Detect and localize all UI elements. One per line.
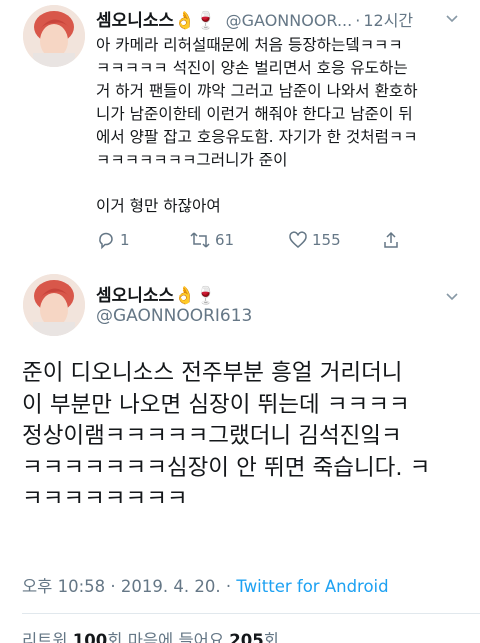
divider (22, 613, 480, 614)
name-emojis: 👌🍷 (174, 286, 217, 306)
avatar-image (23, 274, 85, 336)
avatar[interactable] (23, 274, 85, 336)
chevron-down-icon[interactable] (444, 288, 460, 304)
heart-icon (289, 231, 307, 248)
handle[interactable]: @GAONNOOR... (226, 11, 353, 30)
name-emojis: 👌🍷 (174, 11, 217, 31)
tweet-header: 셈오니소스👌🍷 @GAONNOOR... · 12시간 (96, 6, 468, 31)
tweet-line: ㅋㅋㅋㅋㅋㅋㅋ그러니가 준이 (96, 151, 288, 169)
separator: · (355, 11, 361, 30)
source-link[interactable]: Twitter for Android (236, 577, 388, 596)
tweet-line: 니가 남준이한테 이런거 해줘야 한다고 남준이 뒤 (96, 105, 413, 123)
retweet-total[interactable]: 100 (73, 631, 107, 643)
display-name[interactable]: 셈오니소스 (96, 11, 174, 31)
reply-button[interactable]: 1 (96, 228, 130, 252)
like-label[interactable]: 마음에 들어요 (128, 631, 224, 643)
retweet-button[interactable]: 61 (189, 228, 234, 252)
tweet-line: 에서 양팔 잡고 호응유도함. 자기가 한 것처럼ㅋㅋ (96, 128, 418, 146)
tweet-line: 준이 디오니소스 전주부분 흥얼 거리더니 (22, 360, 403, 386)
tweet-line: 이 부분만 나오면 심장이 뛰는데 ㅋㅋㅋㅋ (22, 391, 410, 418)
tweet-stats: 리트윗 100회 마음에 들어요 205회 (22, 627, 279, 643)
like-button[interactable]: 155 (288, 228, 341, 252)
handle[interactable]: @GAONNOORI613 (96, 306, 252, 326)
tweet-line: 이거 형만 하잖아여 (96, 197, 221, 215)
share-button[interactable] (381, 228, 405, 252)
avatar[interactable] (23, 5, 85, 67)
tweet-time[interactable]: 12시간 (363, 11, 413, 30)
retweet-label[interactable]: 리트윗 (22, 631, 68, 643)
retweet-unit: 회 (107, 631, 123, 643)
retweet-count: 61 (215, 231, 235, 249)
like-count: 155 (312, 231, 341, 249)
tweet-line: 거 하거 팬들이 꺄악 그러고 남준이 나와서 환호하 (96, 82, 418, 100)
like-unit: 회 (263, 631, 279, 643)
timestamp[interactable]: 오후 10:58 · 2019. 4. 20. · (22, 577, 236, 596)
thread-tweet[interactable]: 셈오니소스👌🍷 @GAONNOOR... · 12시간 아 카메라 리허설때문에 처… (0, 0, 480, 258)
like-total[interactable]: 205 (229, 631, 263, 643)
main-display-name-row[interactable]: 셈오니소스👌🍷 (96, 281, 217, 306)
share-icon (384, 231, 398, 248)
main-tweet-text: 준이 디오니소스 전주부분 흥얼 거리더니 이 부분만 나오면 심장이 뛰는데 … (22, 358, 470, 516)
reply-count: 1 (120, 231, 130, 249)
reply-icon (99, 232, 113, 250)
chevron-down-icon[interactable] (444, 10, 460, 26)
retweet-icon (190, 232, 210, 248)
tweet-line: ㅋㅋㅋㅋㅋㅋㅋㅋ (22, 486, 188, 512)
tweet-line: 아 카메라 리허설때문에 처음 등장하는뎈ㅋㅋㅋ (96, 36, 403, 54)
tweet-line: ㅋㅋㅋㅋㅋㅋㅋ심장이 안 뛰면 죽습니다. ㅋ (22, 454, 431, 481)
tweet-text: 아 카메라 리허설때문에 처음 등장하는뎈ㅋㅋㅋ ㅋㅋㅋㅋㅋ 석진이 양손 벌리… (96, 34, 468, 218)
tweet-line: ㅋㅋㅋㅋㅋ 석진이 양손 벌리면서 호응 유도하는 (96, 59, 408, 77)
tweet-meta: 오후 10:58 · 2019. 4. 20. · Twitter for An… (22, 573, 389, 597)
tweet-line: 정상이램ㅋㅋㅋㅋㅋ그랬더니 김석진잌ㅋ (22, 423, 402, 449)
tweet-actions: 1 61 155 (96, 228, 468, 252)
display-name: 셈오니소스 (96, 286, 175, 306)
avatar-image (23, 5, 85, 67)
